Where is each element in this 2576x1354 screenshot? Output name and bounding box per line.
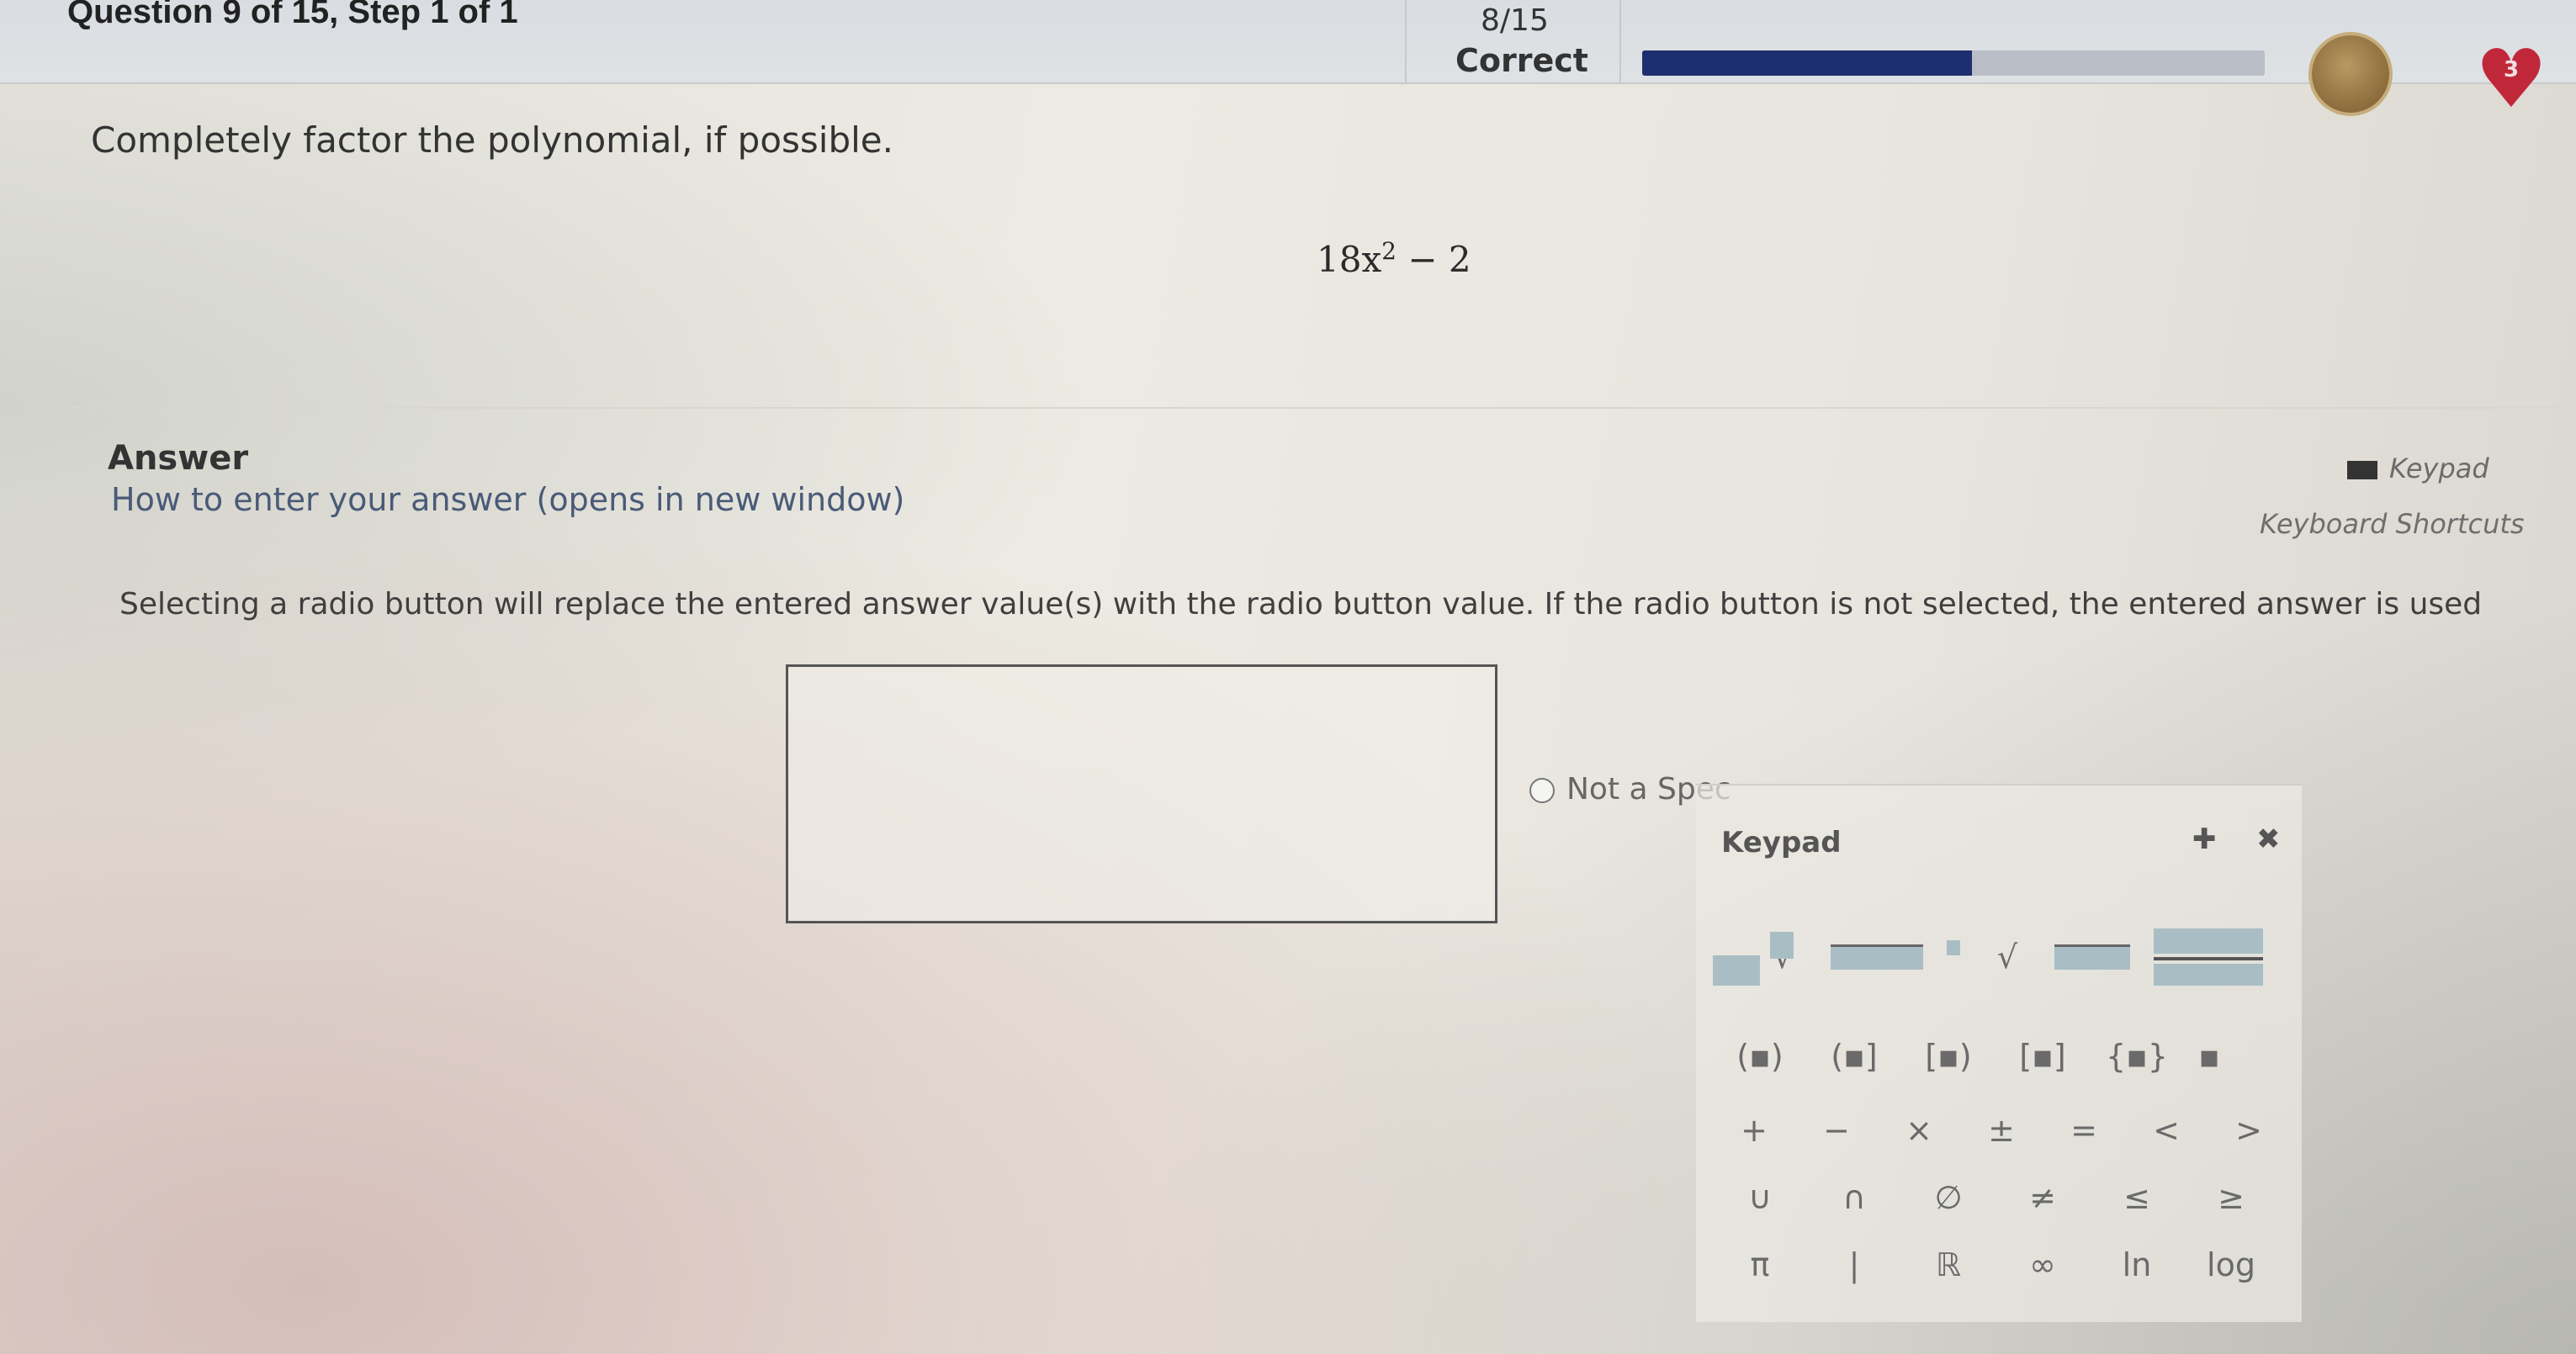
union-button[interactable]: ∪ — [1713, 1179, 1807, 1216]
keypad-row-sets: ∪ ∩ ∅ ≠ ≤ ≥ — [1713, 1179, 2278, 1216]
plus-minus-button[interactable]: ± — [1960, 1112, 2043, 1149]
less-equal-button[interactable]: ≤ — [2090, 1179, 2184, 1216]
move-icon[interactable]: ✚ — [2192, 822, 2217, 856]
plus-button[interactable]: + — [1713, 1112, 1795, 1149]
coin-badge-icon[interactable] — [2312, 35, 2389, 113]
braces-button[interactable]: {▪} — [2090, 1038, 2184, 1075]
equals-button[interactable]: = — [2043, 1112, 2125, 1149]
keypad-panel: Keypad ✚ ✖ √ √ (▪) (▪] [▪) [▪] {▪} — [1696, 784, 2302, 1322]
keypad-row-templates: √ √ — [1713, 928, 2263, 986]
keypad-row-intervals: (▪) (▪] [▪) [▪] {▪} ▪ — [1713, 1038, 2234, 1075]
pi-button[interactable]: π — [1713, 1246, 1807, 1283]
progress-fill — [1642, 50, 1973, 76]
empty-set-button[interactable]: ∅ — [1901, 1179, 1996, 1216]
keyboard-shortcuts-link[interactable]: Keyboard Shortcuts — [2260, 508, 2525, 540]
times-button[interactable]: × — [1878, 1112, 1960, 1149]
greater-than-button[interactable]: > — [2208, 1112, 2290, 1149]
fraction-button[interactable] — [2154, 928, 2263, 986]
answer-heading: Answer — [108, 439, 249, 478]
infinity-button[interactable]: ∞ — [1996, 1246, 2090, 1283]
close-icon[interactable]: ✖ — [2256, 822, 2281, 856]
how-to-link[interactable]: How to enter your answer (opens in new w… — [111, 481, 904, 518]
greater-equal-button[interactable]: ≥ — [2184, 1179, 2278, 1216]
bracket-bracket-button[interactable]: [▪] — [1996, 1038, 2090, 1075]
bracket-paren-button[interactable]: [▪) — [1901, 1038, 1996, 1075]
intersection-button[interactable]: ∩ — [1807, 1179, 1901, 1216]
less-than-button[interactable]: < — [2125, 1112, 2208, 1149]
header-bar: Question 9 of 15, Step 1 of 1 8/15 Corre… — [0, 0, 2576, 121]
keypad-toggle[interactable]: Keypad — [2347, 452, 2489, 484]
ln-button[interactable]: ln — [2090, 1246, 2184, 1283]
box-button[interactable]: ▪ — [2184, 1038, 2234, 1075]
not-equal-button[interactable]: ≠ — [1996, 1179, 2090, 1216]
section-divider — [67, 407, 2574, 409]
lives-count: 3 — [2503, 57, 2520, 82]
keypad-title: Keypad — [1721, 826, 1842, 859]
square-root-button[interactable]: √ — [1736, 939, 1923, 976]
absolute-value-button[interactable]: | — [1807, 1246, 1901, 1283]
paren-bracket-button[interactable]: (▪] — [1807, 1038, 1901, 1075]
header-divider — [1405, 0, 1407, 82]
nth-root-button[interactable]: √ — [1947, 939, 2130, 976]
answer-input[interactable] — [786, 664, 1497, 923]
score-counter: 8/15 — [1481, 3, 1549, 38]
progress-bar — [1642, 50, 2265, 76]
status-text: Correct — [1455, 42, 1588, 79]
polynomial-expression: 18x2 − 2 — [1317, 237, 1471, 280]
minus-button[interactable]: − — [1795, 1112, 1878, 1149]
keyboard-icon — [2347, 461, 2377, 479]
question-title: Question 9 of 15, Step 1 of 1 — [67, 0, 518, 30]
keypad-row-operators: + − × ± = < > — [1713, 1112, 2290, 1149]
keypad-row-constants: π | ℝ ∞ ln log — [1713, 1246, 2278, 1283]
header-divider — [1619, 0, 1621, 82]
radio-instructions: Selecting a radio button will replace th… — [119, 587, 2483, 621]
real-numbers-button[interactable]: ℝ — [1901, 1246, 1996, 1283]
question-prompt: Completely factor the polynomial, if pos… — [91, 119, 893, 161]
log-button[interactable]: log — [2184, 1246, 2278, 1283]
paren-paren-button[interactable]: (▪) — [1713, 1038, 1807, 1075]
radio-button[interactable] — [1529, 778, 1555, 803]
